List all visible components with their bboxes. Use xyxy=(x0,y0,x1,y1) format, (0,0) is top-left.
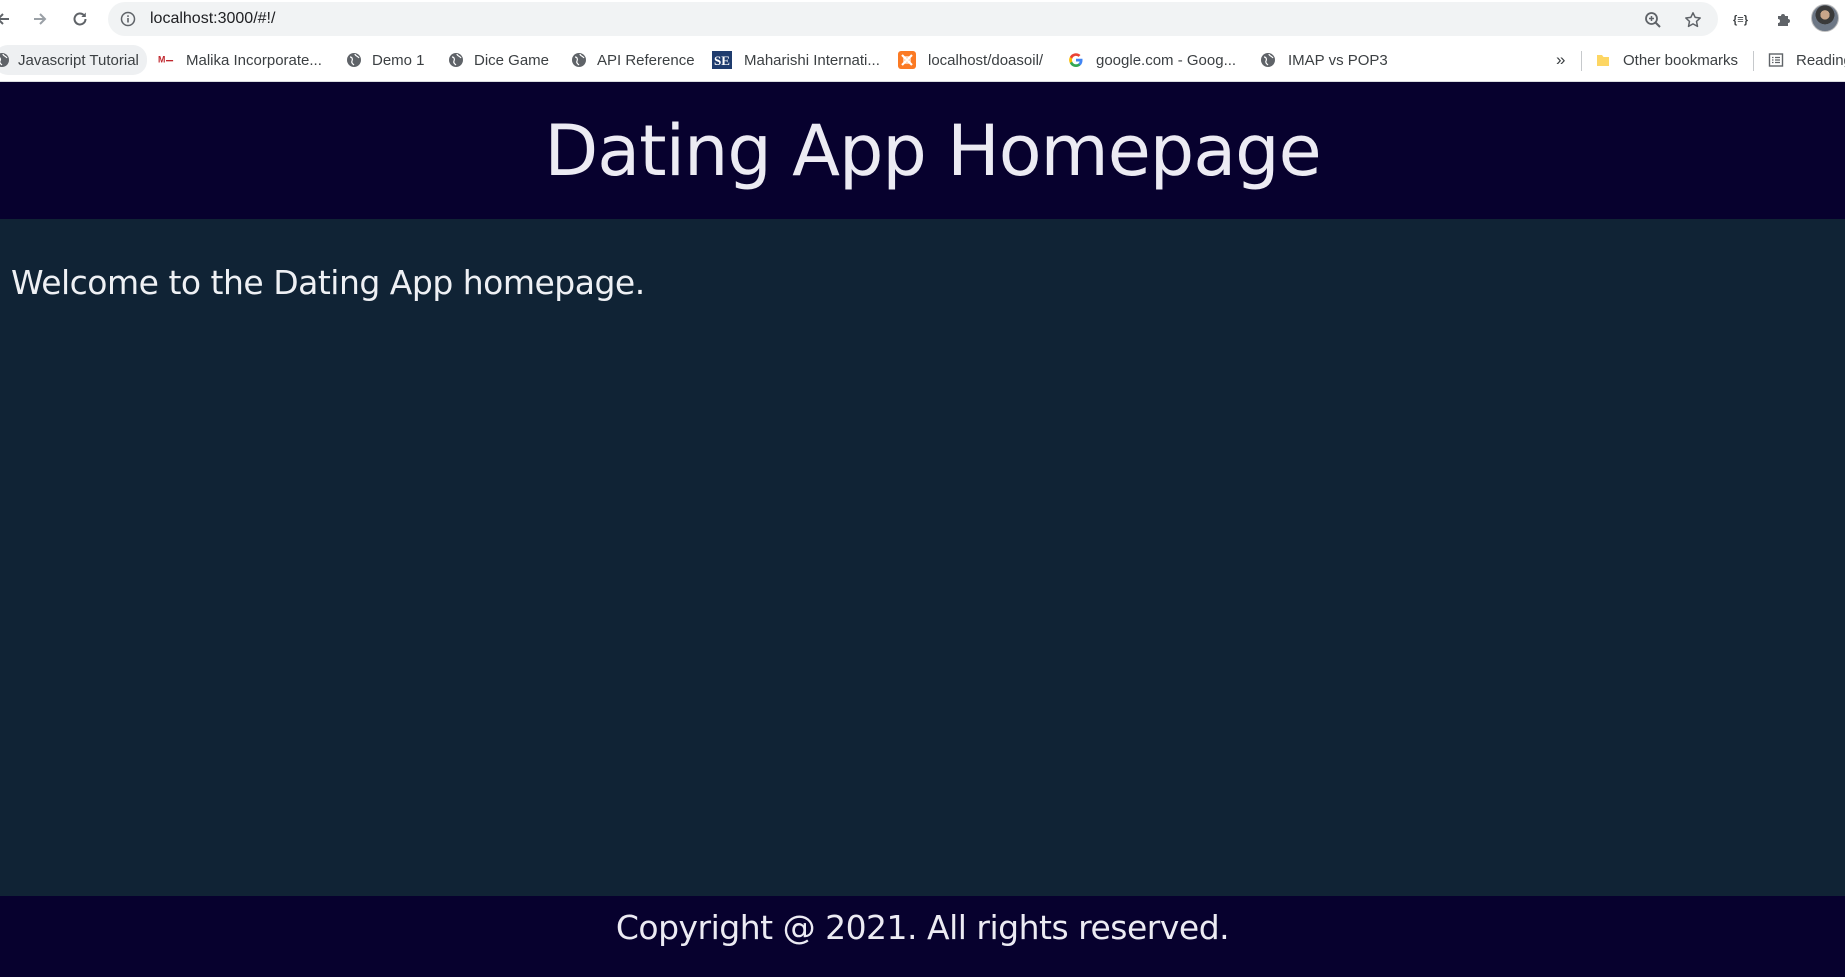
json-extension-icon[interactable]: {≡} xyxy=(1730,6,1756,32)
bookmark-api-reference[interactable]: API Reference xyxy=(571,45,695,75)
main-content: Welcome to the Dating App homepage. xyxy=(0,219,1845,896)
malika-logo-icon: M xyxy=(158,52,174,68)
bookmark-star-icon[interactable] xyxy=(1684,11,1702,34)
svg-text:M: M xyxy=(158,55,165,65)
other-bookmarks-folder[interactable]: Other bookmarks xyxy=(1595,45,1738,75)
site-footer: Copyright @ 2021. All rights reserved. xyxy=(0,896,1845,977)
bookmark-javascript-tutorial[interactable]: Javascript Tutorial xyxy=(0,45,147,75)
bookmark-maharishi[interactable]: SE Maharishi Internati... xyxy=(712,45,880,75)
back-arrow-icon xyxy=(0,13,9,25)
svg-text:{≡}: {≡} xyxy=(1733,14,1749,26)
site-header: Dating App Homepage xyxy=(0,82,1845,219)
bookmark-dice-game[interactable]: Dice Game xyxy=(448,45,549,75)
globe-icon xyxy=(0,52,10,68)
browser-toolbar: localhost:3000/#!/ {≡} xyxy=(0,0,1845,38)
forward-arrow-icon xyxy=(34,13,47,25)
reload-icon xyxy=(73,12,87,26)
welcome-message: Welcome to the Dating App homepage. xyxy=(11,263,645,302)
bookmarks-separator xyxy=(1581,51,1582,71)
bookmarks-separator xyxy=(1753,51,1754,71)
back-button[interactable] xyxy=(0,6,16,32)
svg-text:SE: SE xyxy=(714,53,730,68)
extensions-puzzle-icon[interactable] xyxy=(1771,6,1797,32)
address-bar[interactable]: localhost:3000/#!/ xyxy=(108,2,1718,36)
reading-list-icon xyxy=(1768,52,1784,68)
bookmark-demo-1[interactable]: Demo 1 xyxy=(346,45,425,75)
bookmark-google[interactable]: google.com - Goog... xyxy=(1068,45,1236,75)
globe-icon xyxy=(571,52,587,68)
page-title: Dating App Homepage xyxy=(544,109,1321,192)
profile-avatar[interactable] xyxy=(1811,4,1839,32)
url-text: localhost:3000/#!/ xyxy=(150,10,276,27)
forward-button[interactable] xyxy=(27,6,53,32)
bookmarks-bar: Javascript Tutorial M Malika Incorporate… xyxy=(0,38,1845,82)
reading-list-button[interactable]: Reading xyxy=(1768,45,1845,75)
bookmark-malika[interactable]: M Malika Incorporate... xyxy=(158,45,322,75)
site-info-icon[interactable] xyxy=(120,11,136,32)
bookmarks-overflow-button[interactable]: » xyxy=(1556,45,1565,75)
xampp-icon xyxy=(898,51,916,69)
zoom-icon[interactable] xyxy=(1644,11,1662,34)
se-logo-icon: SE xyxy=(712,51,732,69)
copyright-text: Copyright @ 2021. All rights reserved. xyxy=(615,908,1230,947)
bookmark-imap-vs-pop3[interactable]: IMAP vs POP3 xyxy=(1260,45,1388,75)
reload-button[interactable] xyxy=(67,6,93,32)
globe-icon xyxy=(1260,52,1276,68)
folder-icon xyxy=(1595,52,1611,68)
bookmark-localhost-doasoil[interactable]: localhost/doasoil/ xyxy=(898,45,1043,75)
google-icon xyxy=(1068,52,1084,68)
globe-icon xyxy=(448,52,464,68)
globe-icon xyxy=(346,52,362,68)
